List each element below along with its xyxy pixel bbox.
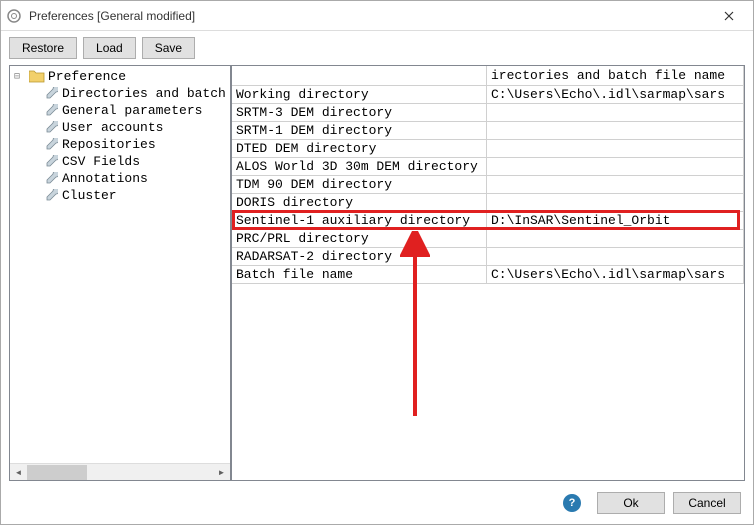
property-value[interactable]: C:\Users\Echo\.idl\sarmap\sars [487, 266, 744, 283]
table-header: irectories and batch file name [232, 66, 744, 86]
content-area: ⊟ Preference Directories and batch Genera… [1, 65, 753, 485]
wrench-icon [44, 189, 58, 203]
table-row[interactable]: DTED DEM directory [232, 140, 744, 158]
table-body: Working directoryC:\Users\Echo\.idl\sarm… [232, 86, 744, 284]
restore-button[interactable]: Restore [9, 37, 77, 59]
property-value[interactable] [487, 158, 744, 175]
properties-table: irectories and batch file name Working d… [231, 65, 745, 481]
table-row[interactable]: Sentinel-1 auxiliary directoryD:\InSAR\S… [232, 212, 744, 230]
property-label: PRC/PRL directory [232, 230, 487, 247]
titlebar: Preferences [General modified] [1, 1, 753, 31]
tree-item[interactable]: Cluster [10, 187, 230, 204]
window-title: Preferences [General modified] [29, 9, 709, 23]
property-value[interactable] [487, 140, 744, 157]
tree-root[interactable]: ⊟ Preference [10, 68, 230, 85]
tree-item-label: Cluster [62, 188, 117, 203]
property-value[interactable] [487, 104, 744, 121]
table-row[interactable]: SRTM-3 DEM directory [232, 104, 744, 122]
table-row[interactable]: ALOS World 3D 30m DEM directory [232, 158, 744, 176]
wrench-icon [44, 138, 58, 152]
property-value[interactable] [487, 248, 744, 265]
wrench-icon [44, 155, 58, 169]
preference-tree: ⊟ Preference Directories and batch Genera… [10, 66, 230, 463]
scroll-thumb[interactable] [27, 465, 87, 480]
folder-icon [29, 70, 45, 83]
tree-item-label: General parameters [62, 103, 202, 118]
wrench-icon [44, 172, 58, 186]
horizontal-scrollbar[interactable]: ◄ ► [10, 463, 230, 480]
header-col2: irectories and batch file name [487, 66, 744, 85]
property-value[interactable] [487, 230, 744, 247]
header-col1 [232, 66, 487, 85]
scroll-right-arrow[interactable]: ► [213, 464, 230, 481]
tree-item-label: Annotations [62, 171, 148, 186]
table-row[interactable]: PRC/PRL directory [232, 230, 744, 248]
property-value[interactable] [487, 194, 744, 211]
wrench-icon [44, 121, 58, 135]
ok-button[interactable]: Ok [597, 492, 665, 514]
scroll-left-arrow[interactable]: ◄ [10, 464, 27, 481]
preferences-window: Preferences [General modified] Restore L… [0, 0, 754, 525]
property-label: Sentinel-1 auxiliary directory [232, 212, 487, 229]
toolbar: Restore Load Save [1, 31, 753, 65]
tree-item-label: Directories and batch [62, 86, 226, 101]
property-label: Working directory [232, 86, 487, 103]
tree-item[interactable]: Annotations [10, 170, 230, 187]
table-row[interactable]: RADARSAT-2 directory [232, 248, 744, 266]
property-label: ALOS World 3D 30m DEM directory [232, 158, 487, 175]
property-value[interactable] [487, 122, 744, 139]
table-row[interactable]: TDM 90 DEM directory [232, 176, 744, 194]
footer: ? Ok Cancel [1, 485, 753, 524]
property-value[interactable]: D:\InSAR\Sentinel_Orbit [487, 212, 744, 229]
help-icon[interactable]: ? [563, 494, 581, 512]
wrench-icon [44, 87, 58, 101]
close-button[interactable] [709, 2, 749, 30]
table-row[interactable]: Batch file nameC:\Users\Echo\.idl\sarmap… [232, 266, 744, 284]
table-row[interactable]: SRTM-1 DEM directory [232, 122, 744, 140]
wrench-icon [44, 104, 58, 118]
table-row[interactable]: Working directoryC:\Users\Echo\.idl\sarm… [232, 86, 744, 104]
property-label: Batch file name [232, 266, 487, 283]
property-label: SRTM-3 DEM directory [232, 104, 487, 121]
tree-root-label: Preference [48, 69, 126, 84]
tree-item-label: Repositories [62, 137, 156, 152]
property-value[interactable] [487, 176, 744, 193]
tree-item[interactable]: CSV Fields [10, 153, 230, 170]
cancel-button[interactable]: Cancel [673, 492, 741, 514]
app-icon [5, 7, 23, 25]
collapse-icon[interactable]: ⊟ [14, 71, 26, 83]
property-label: DTED DEM directory [232, 140, 487, 157]
property-value[interactable]: C:\Users\Echo\.idl\sarmap\sars [487, 86, 744, 103]
property-label: TDM 90 DEM directory [232, 176, 487, 193]
tree-item[interactable]: General parameters [10, 102, 230, 119]
tree-item[interactable]: User accounts [10, 119, 230, 136]
tree-item-label: User accounts [62, 120, 163, 135]
tree-item[interactable]: Repositories [10, 136, 230, 153]
tree-item-label: CSV Fields [62, 154, 140, 169]
property-label: DORIS directory [232, 194, 487, 211]
table-row[interactable]: DORIS directory [232, 194, 744, 212]
property-label: SRTM-1 DEM directory [232, 122, 487, 139]
load-button[interactable]: Load [83, 37, 136, 59]
tree-panel: ⊟ Preference Directories and batch Genera… [9, 65, 231, 481]
tree-item[interactable]: Directories and batch [10, 85, 230, 102]
save-button[interactable]: Save [142, 37, 195, 59]
property-label: RADARSAT-2 directory [232, 248, 487, 265]
